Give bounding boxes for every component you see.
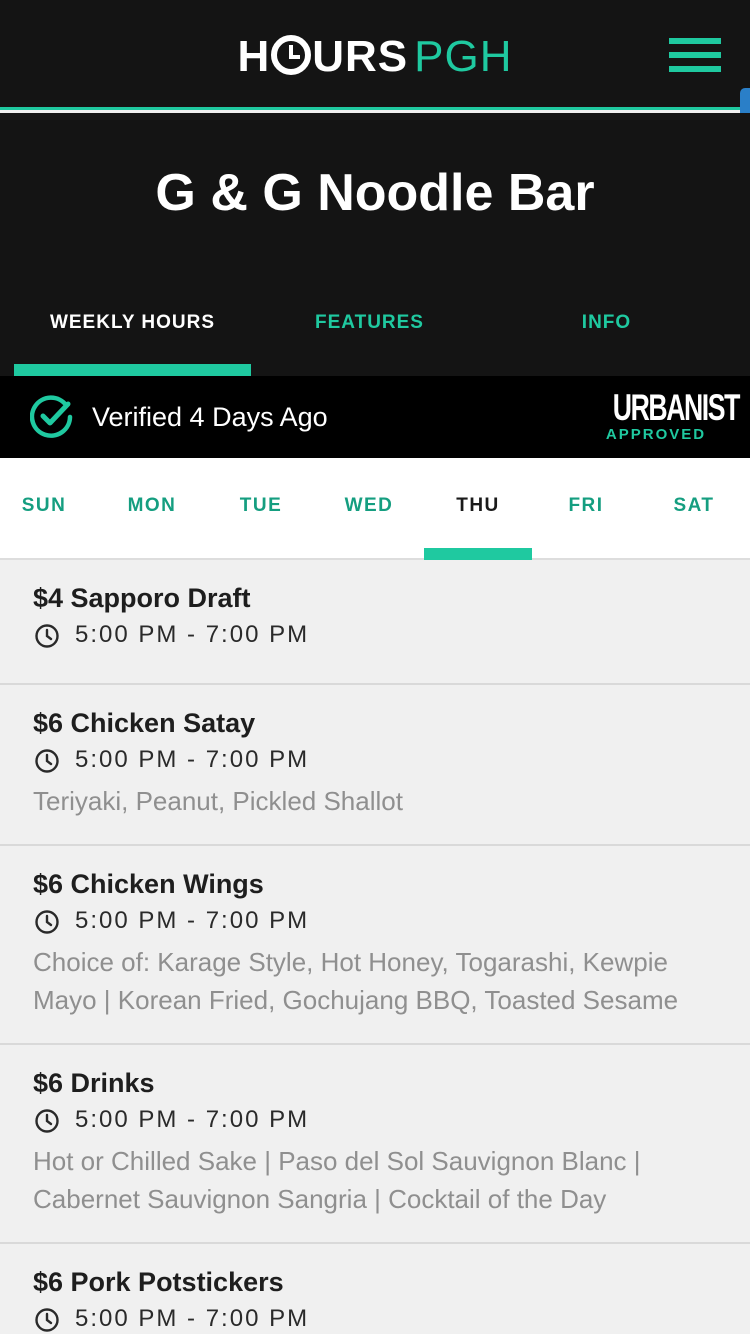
verified-bar: Verified 4 Days Ago URBANIST APPROVED (0, 376, 750, 458)
special-time-row: 5:00 PM - 7:00 PM (33, 615, 717, 655)
tab-mon[interactable]: MON (98, 458, 206, 558)
special-time: 5:00 PM - 7:00 PM (75, 746, 310, 773)
list-item[interactable]: $6 Chicken Wings 5:00 PM - 7:00 PM Choic… (0, 846, 750, 1045)
verified-text: Verified 4 Days Ago (92, 402, 328, 432)
special-name: $6 Chicken Wings (33, 869, 264, 899)
logo-urs: URS (312, 32, 409, 81)
page-title: G & G Noodle Bar (155, 164, 595, 222)
special-time-row: 5:00 PM - 7:00 PM (33, 1100, 717, 1140)
day-tabs: SUN MON TUE WED THU FRI SAT (0, 458, 750, 560)
urbanist-approved-label: APPROVED (605, 426, 707, 443)
tab-sat[interactable]: SAT (640, 458, 748, 558)
logo-clock-icon (271, 35, 312, 75)
venue-hero: G & G Noodle Bar WEEKLY HOURS FEATURES I… (0, 113, 750, 376)
special-name: $6 Chicken Satay (33, 708, 256, 738)
hamburger-icon[interactable] (669, 38, 721, 74)
tab-tue[interactable]: TUE (207, 458, 315, 558)
urbanist-approved-badge: URBANIST APPROVED (596, 387, 741, 444)
tab-thu[interactable]: THU (424, 458, 532, 560)
special-name: $4 Sapporo Draft (33, 583, 251, 613)
special-time-row: 5:00 PM - 7:00 PM (33, 901, 717, 941)
app-header: H URS PGH (0, 0, 750, 110)
urbanist-logo-text: URBANIST (612, 387, 741, 428)
logo-pgh: PGH (414, 32, 513, 81)
clock-icon (35, 749, 59, 773)
clock-icon (35, 624, 59, 648)
special-time-row: 5:00 PM - 7:00 PM (33, 1299, 717, 1334)
hourspgh-logo[interactable]: H URS PGH (0, 32, 750, 82)
special-time: 5:00 PM - 7:00 PM (75, 907, 310, 934)
list-item[interactable]: $6 Pork Potstickers 5:00 PM - 7:00 PM (0, 1244, 750, 1334)
special-description: Teriyaki, Peanut, Pickled Shallot (33, 786, 403, 816)
special-name: $6 Pork Potstickers (33, 1267, 284, 1297)
special-time: 5:00 PM - 7:00 PM (75, 621, 310, 648)
tab-sun[interactable]: SUN (0, 458, 98, 558)
clock-icon (35, 1109, 59, 1133)
logo-h: H (237, 32, 271, 81)
tab-info[interactable]: INFO (488, 296, 725, 376)
list-item[interactable]: $6 Drinks 5:00 PM - 7:00 PM Hot or Chill… (0, 1045, 750, 1244)
list-item[interactable]: $6 Chicken Satay 5:00 PM - 7:00 PM Teriy… (0, 685, 750, 846)
special-description: Hot or Chilled Sake | Paso del Sol Sauvi… (33, 1146, 641, 1214)
tab-wed[interactable]: WED (315, 458, 423, 558)
specials-list: $4 Sapporo Draft 5:00 PM - 7:00 PM $6 Ch… (0, 560, 750, 1334)
special-time: 5:00 PM - 7:00 PM (75, 1305, 310, 1332)
check-circle-icon (30, 395, 73, 438)
section-tabs: WEEKLY HOURS FEATURES INFO (14, 296, 726, 376)
tab-features[interactable]: FEATURES (251, 296, 488, 376)
clock-icon (35, 910, 59, 934)
tab-fri[interactable]: FRI (532, 458, 640, 558)
special-description: Choice of: Karage Style, Hot Honey, Toga… (33, 947, 679, 1015)
special-name: $6 Drinks (33, 1068, 155, 1098)
clock-icon (35, 1308, 59, 1332)
special-time-row: 5:00 PM - 7:00 PM (33, 740, 717, 780)
tab-weekly-hours[interactable]: WEEKLY HOURS (14, 296, 251, 376)
special-time: 5:00 PM - 7:00 PM (75, 1106, 310, 1133)
list-item[interactable]: $4 Sapporo Draft 5:00 PM - 7:00 PM (0, 560, 750, 685)
